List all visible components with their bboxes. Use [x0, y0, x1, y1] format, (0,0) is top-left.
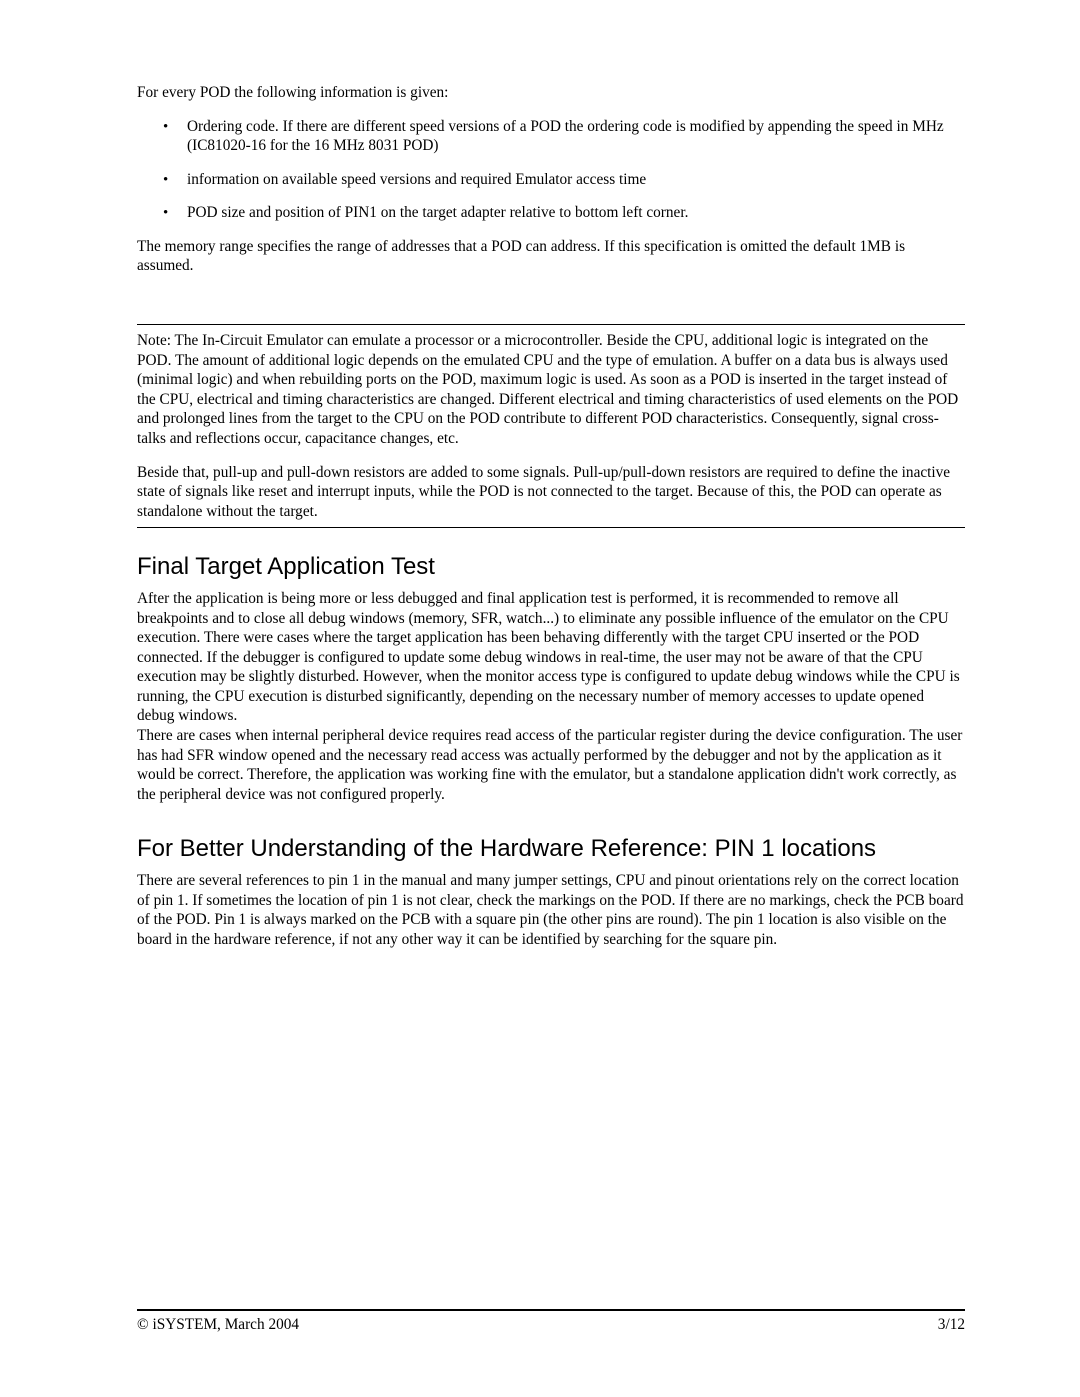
bullet-item-1: • Ordering code. If there are different …: [169, 117, 965, 156]
footer-page-number: 3/12: [938, 1315, 965, 1335]
after-list-paragraph: The memory range specifies the range of …: [137, 237, 965, 276]
section1-paragraph-2: There are cases when internal peripheral…: [137, 726, 965, 804]
bullet-text-2: information on available speed versions …: [187, 171, 646, 188]
intro-paragraph: For every POD the following information …: [137, 83, 965, 103]
section1-paragraph-1: After the application is being more or l…: [137, 589, 965, 726]
note-paragraph-1: Note: The In-Circuit Emulator can emulat…: [137, 331, 965, 448]
bullet-dot-icon: •: [163, 171, 168, 190]
page-footer: © iSYSTEM, March 2004 3/12: [137, 1309, 965, 1335]
bullet-text-3: POD size and position of PIN1 on the tar…: [187, 204, 688, 221]
bullet-text-1: Ordering code. If there are different sp…: [187, 118, 944, 155]
bullet-dot-icon: •: [163, 204, 168, 223]
bullet-dot-icon: •: [163, 118, 168, 137]
footer-copyright: © iSYSTEM, March 2004: [137, 1315, 299, 1335]
note-paragraph-2: Beside that, pull-up and pull-down resis…: [137, 463, 965, 522]
note-box: Note: The In-Circuit Emulator can emulat…: [137, 324, 965, 528]
section2-paragraph-1: There are several references to pin 1 in…: [137, 871, 965, 949]
bullet-item-2: • information on available speed version…: [169, 170, 965, 190]
section-heading-final-target: Final Target Application Test: [137, 552, 965, 583]
bullet-item-3: • POD size and position of PIN1 on the t…: [169, 203, 965, 223]
bullet-list: • Ordering code. If there are different …: [137, 117, 965, 223]
section-heading-pin1: For Better Understanding of the Hardware…: [137, 834, 965, 865]
